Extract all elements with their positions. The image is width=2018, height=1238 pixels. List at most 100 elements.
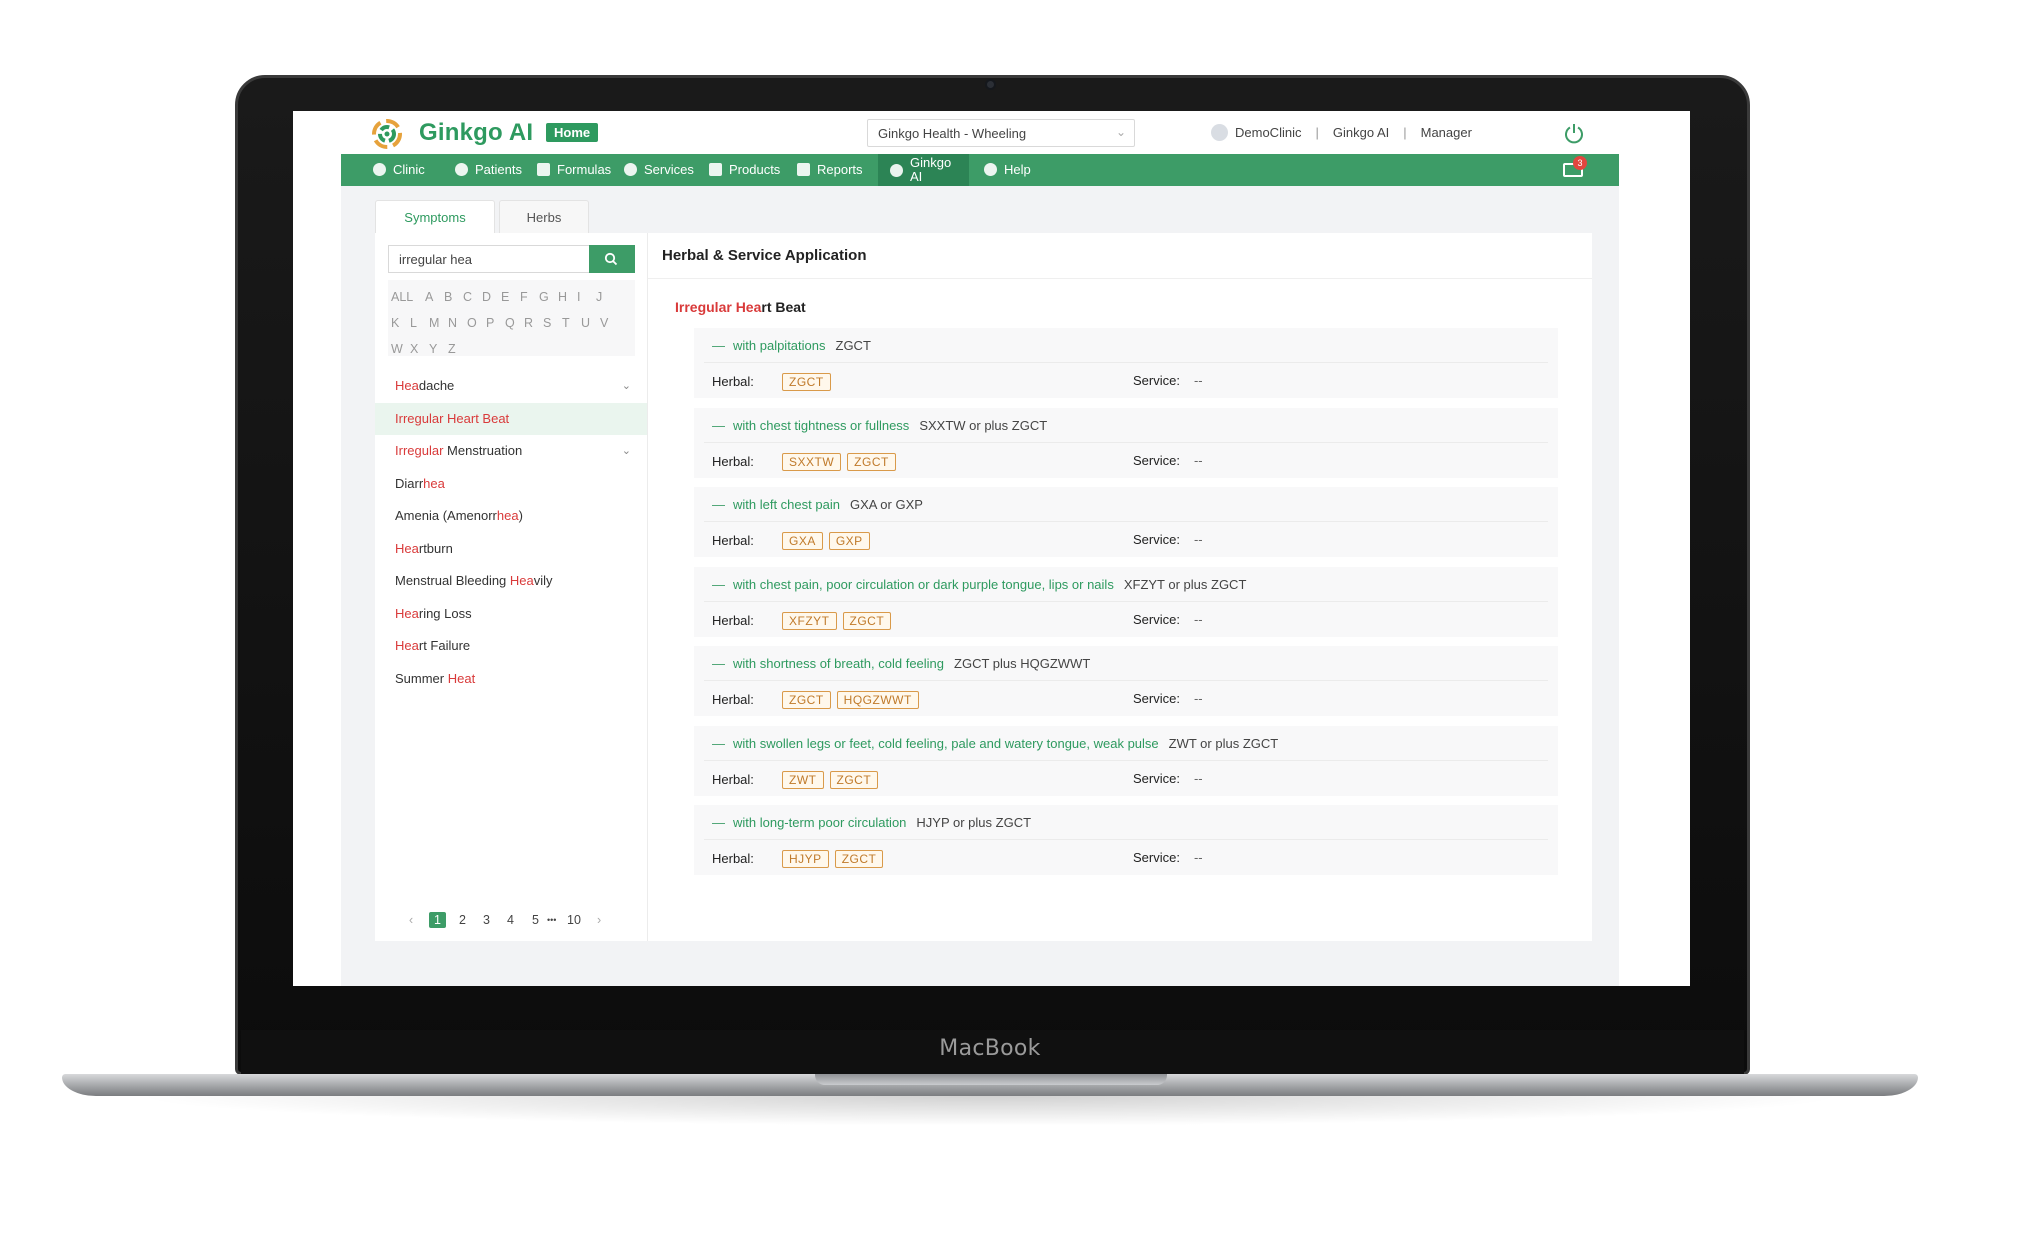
alphabet-letter[interactable]: V — [600, 310, 619, 336]
condition-card: — with chest pain, poor circulation or da… — [694, 566, 1558, 637]
symptom-item[interactable]: Heart Failure — [375, 630, 647, 663]
next-page-button[interactable]: › — [597, 913, 601, 927]
alphabet-letter[interactable]: T — [562, 310, 581, 336]
service-row: Service: -- — [1133, 771, 1203, 786]
collapse-icon[interactable]: — — [712, 577, 725, 592]
alphabet-letter[interactable]: F — [520, 284, 539, 310]
herb-tag[interactable]: ZGCT — [829, 770, 879, 789]
symptom-item[interactable]: Summer Heat — [375, 663, 647, 696]
alphabet-letter[interactable]: B — [444, 284, 463, 310]
nav-products[interactable]: Products — [709, 154, 780, 186]
nav-formulas[interactable]: Formulas — [537, 154, 611, 186]
herb-tag[interactable]: ZGCT — [847, 452, 896, 471]
service-value: -- — [1193, 532, 1203, 547]
divider — [704, 600, 1548, 602]
page-3[interactable]: 3 — [483, 913, 490, 927]
herb-tag[interactable]: HJYP — [782, 850, 829, 868]
alphabet-letter[interactable]: ALL — [391, 284, 425, 310]
avatar[interactable] — [1211, 124, 1228, 141]
user-org[interactable]: Ginkgo AI — [1333, 125, 1389, 140]
symptom-item[interactable]: Headache ⌄ — [375, 370, 647, 403]
search-box — [388, 245, 635, 273]
symptom-item[interactable]: Menstrual Bleeding Heavily — [375, 565, 647, 598]
prev-page-button[interactable]: ‹ — [409, 913, 413, 927]
herb-tag[interactable]: GXP — [828, 532, 870, 550]
search-icon — [604, 252, 618, 266]
service-value: -- — [1193, 770, 1203, 786]
user-role[interactable]: Manager — [1421, 125, 1472, 140]
chevron-down-icon[interactable]: ⌄ — [622, 435, 631, 467]
herb-tag[interactable]: ZGCT — [782, 373, 831, 391]
collapse-icon[interactable]: — — [712, 656, 725, 671]
page-4[interactable]: 4 — [507, 913, 514, 927]
alphabet-letter[interactable]: Q — [505, 310, 524, 336]
nav-services[interactable]: Services — [624, 154, 694, 186]
user-clinic[interactable]: DemoClinic — [1235, 125, 1301, 140]
nav-patients[interactable]: Patients — [455, 154, 522, 186]
nav-help[interactable]: Help — [984, 154, 1031, 186]
herb-tag[interactable]: ZGCT — [782, 691, 831, 709]
alphabet-letter[interactable]: K — [391, 310, 410, 336]
collapse-icon[interactable]: — — [712, 815, 725, 830]
page-2[interactable]: 2 — [459, 913, 466, 927]
logo-text[interactable]: Ginkgo AI — [419, 119, 533, 147]
clinic-select[interactable]: Ginkgo Health - Wheeling ⌄ — [867, 119, 1135, 147]
herb-tag[interactable]: HQGZWWT — [836, 691, 919, 709]
home-button[interactable]: Home — [546, 123, 599, 142]
alphabet-letter[interactable]: E — [501, 284, 520, 310]
alphabet-letter[interactable]: Y — [429, 336, 448, 362]
alphabet-letter[interactable]: U — [581, 310, 600, 336]
page-10[interactable]: 10 — [567, 913, 581, 927]
page-ellipsis[interactable]: ••• — [547, 915, 556, 925]
alphabet-letter[interactable]: A — [425, 284, 444, 310]
collapse-icon[interactable]: — — [712, 736, 725, 751]
service-value: -- — [1193, 850, 1203, 865]
nav-reports[interactable]: Reports — [797, 154, 863, 186]
chevron-down-icon[interactable]: ⌄ — [622, 370, 631, 402]
herb-tag[interactable]: ZGCT — [834, 850, 884, 868]
herb-tag[interactable]: SXXTW — [782, 452, 842, 471]
symptom-item[interactable]: Diarrhea — [375, 468, 647, 501]
search-button[interactable] — [589, 245, 635, 273]
collapse-icon[interactable]: — — [712, 338, 725, 353]
symptom-item-selected[interactable]: Irregular Heart Beat — [375, 402, 647, 435]
alphabet-letter[interactable]: I — [577, 284, 596, 310]
alphabet-letter[interactable]: N — [448, 310, 467, 336]
alphabet-letter[interactable]: M — [429, 310, 448, 336]
alphabet-letter[interactable]: H — [558, 284, 577, 310]
reports-icon — [797, 163, 810, 176]
page-5[interactable]: 5 — [532, 913, 539, 927]
collapse-icon[interactable]: — — [712, 418, 725, 433]
alphabet-letter[interactable]: Z — [448, 336, 467, 362]
page-1[interactable]: 1 — [429, 912, 446, 928]
symptom-item[interactable]: Heartburn — [375, 533, 647, 566]
alphabet-letter[interactable]: L — [410, 310, 429, 336]
symptom-item[interactable]: Hearing Loss — [375, 598, 647, 631]
condition-card: — with chest tightness or fullness SXXTW o… — [694, 407, 1558, 478]
alphabet-letter[interactable]: J — [596, 284, 615, 310]
formulas-icon — [537, 163, 550, 176]
herb-tag[interactable]: XFZYT — [782, 611, 837, 630]
alphabet-letter[interactable]: W — [391, 336, 410, 362]
nav-ginkgo-ai[interactable]: Ginkgo AI — [878, 154, 969, 186]
nav-clinic[interactable]: Clinic — [373, 154, 425, 186]
herbal-label: Herbal: — [712, 771, 754, 787]
collapse-icon[interactable]: — — [712, 497, 725, 512]
alphabet-letter[interactable]: G — [539, 284, 558, 310]
herb-tag[interactable]: GXA — [782, 532, 823, 550]
symptom-item[interactable]: Amenia (Amenorrhea) — [375, 500, 647, 533]
tab-symptoms[interactable]: Symptoms — [375, 200, 495, 235]
tab-herbs[interactable]: Herbs — [499, 200, 589, 234]
symptom-item[interactable]: Irregular Menstruation ⌄ — [375, 435, 647, 468]
alphabet-letter[interactable]: S — [543, 310, 562, 336]
alphabet-letter[interactable]: R — [524, 310, 543, 336]
alphabet-letter[interactable]: X — [410, 336, 429, 362]
alphabet-letter[interactable]: D — [482, 284, 501, 310]
herb-tag[interactable]: ZGCT — [842, 611, 892, 630]
alphabet-letter[interactable]: C — [463, 284, 482, 310]
search-input[interactable] — [388, 245, 589, 273]
power-icon[interactable] — [1563, 122, 1585, 144]
herb-tag[interactable]: ZWT — [782, 770, 824, 789]
alphabet-letter[interactable]: O — [467, 310, 486, 336]
alphabet-letter[interactable]: P — [486, 310, 505, 336]
